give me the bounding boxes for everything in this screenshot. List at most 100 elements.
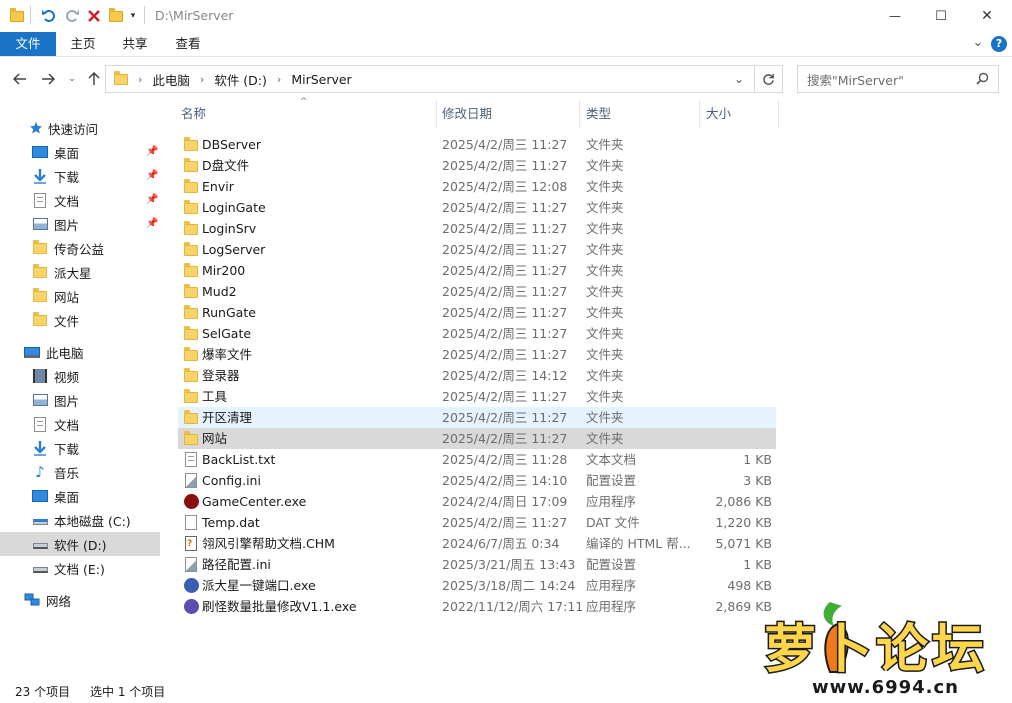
search-input[interactable]: 搜索"MirServer" — [797, 65, 999, 93]
breadcrumb-this-pc[interactable]: 此电脑 — [152, 70, 190, 89]
app-icon — [183, 578, 199, 593]
sidebar-item-website[interactable]: 网站 — [0, 284, 160, 308]
up-button[interactable] — [84, 69, 104, 89]
column-header-type[interactable]: 类型 — [586, 100, 611, 128]
file-row[interactable]: Temp.dat 2025/4/2/周三 11:27 DAT 文件 1,220 KB — [178, 512, 776, 533]
sidebar-item-files[interactable]: 文件 — [0, 308, 160, 332]
sidebar-item-pc-desktop[interactable]: 桌面 — [0, 484, 160, 508]
folder-icon — [183, 200, 199, 215]
pin-icon: 📌 — [146, 194, 159, 205]
tab-view[interactable]: 查看 — [165, 32, 211, 56]
pin-icon: 📌 — [146, 170, 159, 181]
file-row[interactable]: 刷怪数量批量修改V1.1.exe 2022/11/12/周六 17:11 应用程序 2… — [178, 596, 776, 617]
file-name: Config.ini — [202, 473, 261, 488]
file-size: 1 KB — [743, 557, 772, 572]
new-folder-icon[interactable] — [109, 7, 123, 25]
customize-dropdown-icon[interactable]: ▾ — [128, 7, 138, 25]
sidebar-item-downloads[interactable]: 下载 📌 — [0, 164, 160, 188]
column-header-name[interactable]: 名称 — [181, 100, 206, 128]
file-row[interactable]: ? 翎风引擎帮助文档.CHM 2024/6/7/周五 0:34 编译的 HTML 帮.… — [178, 533, 776, 554]
sidebar-item-pc-documents[interactable]: 文档 — [0, 412, 160, 436]
sidebar-item-videos[interactable]: 视频 — [0, 364, 160, 388]
file-row[interactable]: GameCenter.exe 2024/2/4/周日 17:09 应用程序 2,086… — [178, 491, 776, 512]
file-date: 2025/4/2/周三 11:27 — [442, 242, 568, 257]
file-row[interactable]: Mud2 2025/4/2/周三 11:27 文件夹 — [178, 281, 776, 302]
file-row[interactable]: 登录器 2025/4/2/周三 14:12 文件夹 — [178, 365, 776, 386]
file-row[interactable]: 开区清理 2025/4/2/周三 11:27 文件夹 — [178, 407, 776, 428]
file-name: 开区清理 — [202, 410, 253, 425]
tab-file[interactable]: 文件 — [0, 32, 56, 56]
column-divider[interactable] — [778, 100, 779, 128]
file-row[interactable]: 路径配置.ini 2025/3/21/周五 13:43 配置设置 1 KB — [178, 554, 776, 575]
column-divider[interactable] — [436, 100, 437, 128]
pin-icon: 📌 — [146, 146, 159, 157]
file-row[interactable]: 爆率文件 2025/4/2/周三 11:27 文件夹 — [178, 344, 776, 365]
column-divider[interactable] — [699, 100, 700, 128]
folder-icon — [183, 389, 199, 404]
file-row[interactable]: Envir 2025/4/2/周三 12:08 文件夹 — [178, 176, 776, 197]
tab-home[interactable]: 主页 — [60, 32, 106, 56]
close-button[interactable]: ✕ — [964, 0, 1010, 32]
redo-icon[interactable] — [63, 7, 81, 25]
document-icon — [32, 416, 48, 432]
sidebar-item-paidaxing[interactable]: 派大星 — [0, 260, 160, 284]
file-row[interactable]: 网站 2025/4/2/周三 11:27 文件夹 — [178, 428, 776, 449]
file-row[interactable]: Config.ini 2025/4/2/周三 14:10 配置设置 3 KB — [178, 470, 776, 491]
file-date: 2025/4/2/周三 11:27 — [442, 263, 568, 278]
sidebar-item-drive-d[interactable]: 软件 (D:) — [0, 532, 160, 556]
file-type: DAT 文件 — [586, 515, 640, 530]
file-row[interactable]: BackList.txt 2025/4/2/周三 11:28 文本文档 1 KB — [178, 449, 776, 470]
app-icon — [183, 599, 199, 614]
divider — [30, 6, 31, 24]
file-type: 文件夹 — [586, 221, 624, 236]
file-date: 2025/4/2/周三 11:27 — [442, 347, 568, 362]
breadcrumb-drive-d[interactable]: 软件 (D:) — [214, 70, 267, 89]
sidebar-item-label: 图片 — [54, 393, 80, 409]
sidebar-item-pc-pictures[interactable]: 图片 — [0, 388, 160, 412]
sidebar-item-pc-downloads[interactable]: 下载 — [0, 436, 160, 460]
sidebar-item-pictures[interactable]: 图片 📌 — [0, 212, 160, 236]
file-row[interactable]: Mir200 2025/4/2/周三 11:27 文件夹 — [178, 260, 776, 281]
column-header-date[interactable]: 修改日期 — [442, 100, 492, 128]
delete-icon[interactable] — [86, 7, 102, 25]
minimize-button[interactable]: — — [872, 0, 918, 32]
file-row[interactable]: D盘文件 2025/4/2/周三 11:27 文件夹 — [178, 155, 776, 176]
watermark-url: www.6994.cn — [812, 677, 959, 698]
app-icon — [183, 494, 199, 509]
sidebar-item-documents[interactable]: 文档 📌 — [0, 188, 160, 212]
sidebar-item-drive-c[interactable]: 本地磁盘 (C:) — [0, 508, 160, 532]
breadcrumb-mirserver[interactable]: MirServer — [291, 72, 351, 87]
file-row[interactable]: SelGate 2025/4/2/周三 11:27 文件夹 — [178, 323, 776, 344]
recent-locations-icon[interactable]: ⌄ — [62, 69, 82, 89]
file-date: 2025/4/2/周三 11:27 — [442, 221, 568, 236]
sidebar-item-music[interactable]: ♪ 音乐 — [0, 460, 160, 484]
document-icon — [32, 192, 48, 208]
refresh-button[interactable] — [755, 65, 783, 93]
tab-share[interactable]: 共享 — [112, 32, 158, 56]
file-row[interactable]: RunGate 2025/4/2/周三 11:27 文件夹 — [178, 302, 776, 323]
file-row[interactable]: 派大星一键端口.exe 2025/3/18/周二 14:24 应用程序 498 KB — [178, 575, 776, 596]
file-row[interactable]: 工具 2025/4/2/周三 11:27 文件夹 — [178, 386, 776, 407]
file-row[interactable]: LogServer 2025/4/2/周三 11:27 文件夹 — [178, 239, 776, 260]
file-type: 文件夹 — [586, 284, 624, 299]
forward-button[interactable] — [38, 69, 58, 89]
back-button[interactable] — [10, 69, 30, 89]
help-icon[interactable]: ? — [991, 36, 1007, 52]
undo-icon[interactable] — [40, 7, 58, 25]
column-header-size[interactable]: 大小 — [706, 100, 731, 128]
file-row[interactable]: LoginGate 2025/4/2/周三 11:27 文件夹 — [178, 197, 776, 218]
column-divider[interactable] — [579, 100, 580, 128]
expand-ribbon-icon[interactable]: ⌄ — [970, 35, 986, 53]
file-row[interactable]: LoginSrv 2025/4/2/周三 11:27 文件夹 — [178, 218, 776, 239]
file-row[interactable]: DBServer 2025/4/2/周三 11:27 文件夹 — [178, 134, 776, 155]
sidebar-item-this-pc[interactable]: 此电脑 — [0, 340, 160, 364]
address-bar[interactable]: › 此电脑 › 软件 (D:) › MirServer ⌄ — [105, 65, 755, 93]
sidebar-item-chuanqi[interactable]: 传奇公益 — [0, 236, 160, 260]
file-date: 2025/4/2/周三 11:27 — [442, 410, 568, 425]
sidebar-item-quick-access[interactable]: 快速访问 — [0, 116, 160, 140]
sidebar-item-drive-e[interactable]: 文档 (E:) — [0, 556, 160, 580]
sidebar-item-network[interactable]: 网络 — [0, 588, 160, 612]
sidebar-item-desktop[interactable]: 桌面 📌 — [0, 140, 160, 164]
maximize-button[interactable]: ☐ — [918, 0, 964, 32]
address-dropdown-icon[interactable]: ⌄ — [734, 72, 744, 86]
